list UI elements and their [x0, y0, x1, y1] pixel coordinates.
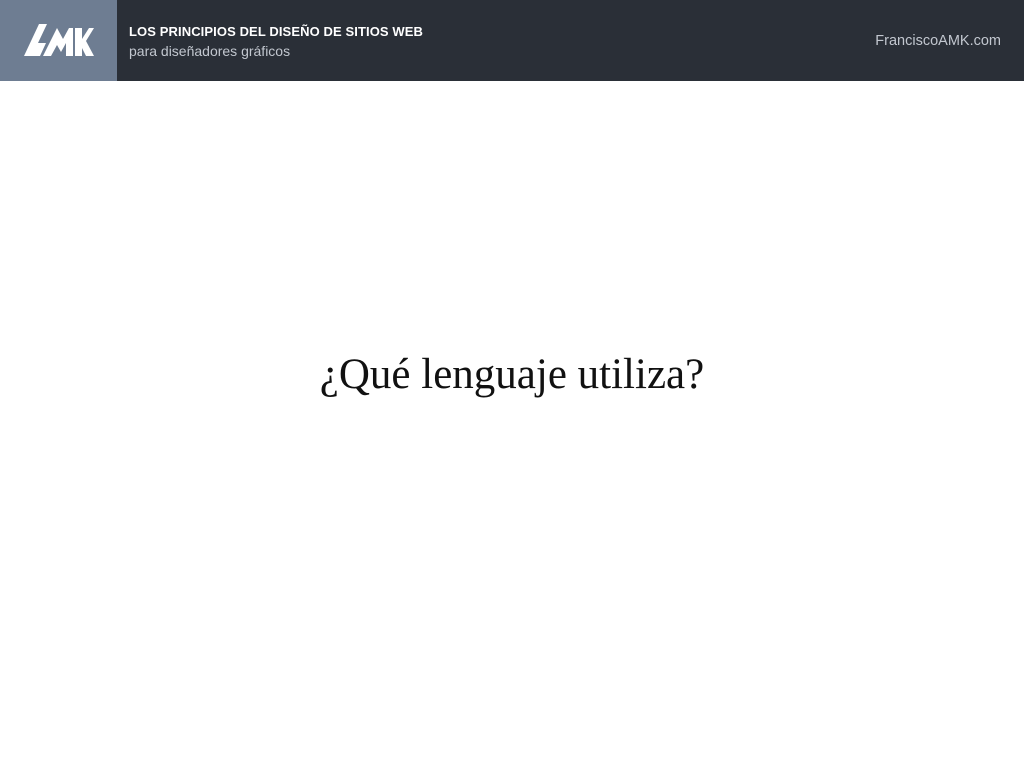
slide-question: ¿Qué lenguaje utiliza? — [319, 351, 705, 398]
amk-logo-icon — [24, 24, 94, 56]
site-link[interactable]: FranciscoAMK.com — [875, 33, 1001, 49]
header-bar: LOS PRINCIPIOS DEL DISEÑO DE SITIOS WEB … — [0, 0, 1024, 81]
course-title: LOS PRINCIPIOS DEL DISEÑO DE SITIOS WEB — [129, 24, 424, 39]
logo-box — [0, 0, 117, 81]
course-subtitle: para diseñadores gráficos — [129, 43, 291, 59]
